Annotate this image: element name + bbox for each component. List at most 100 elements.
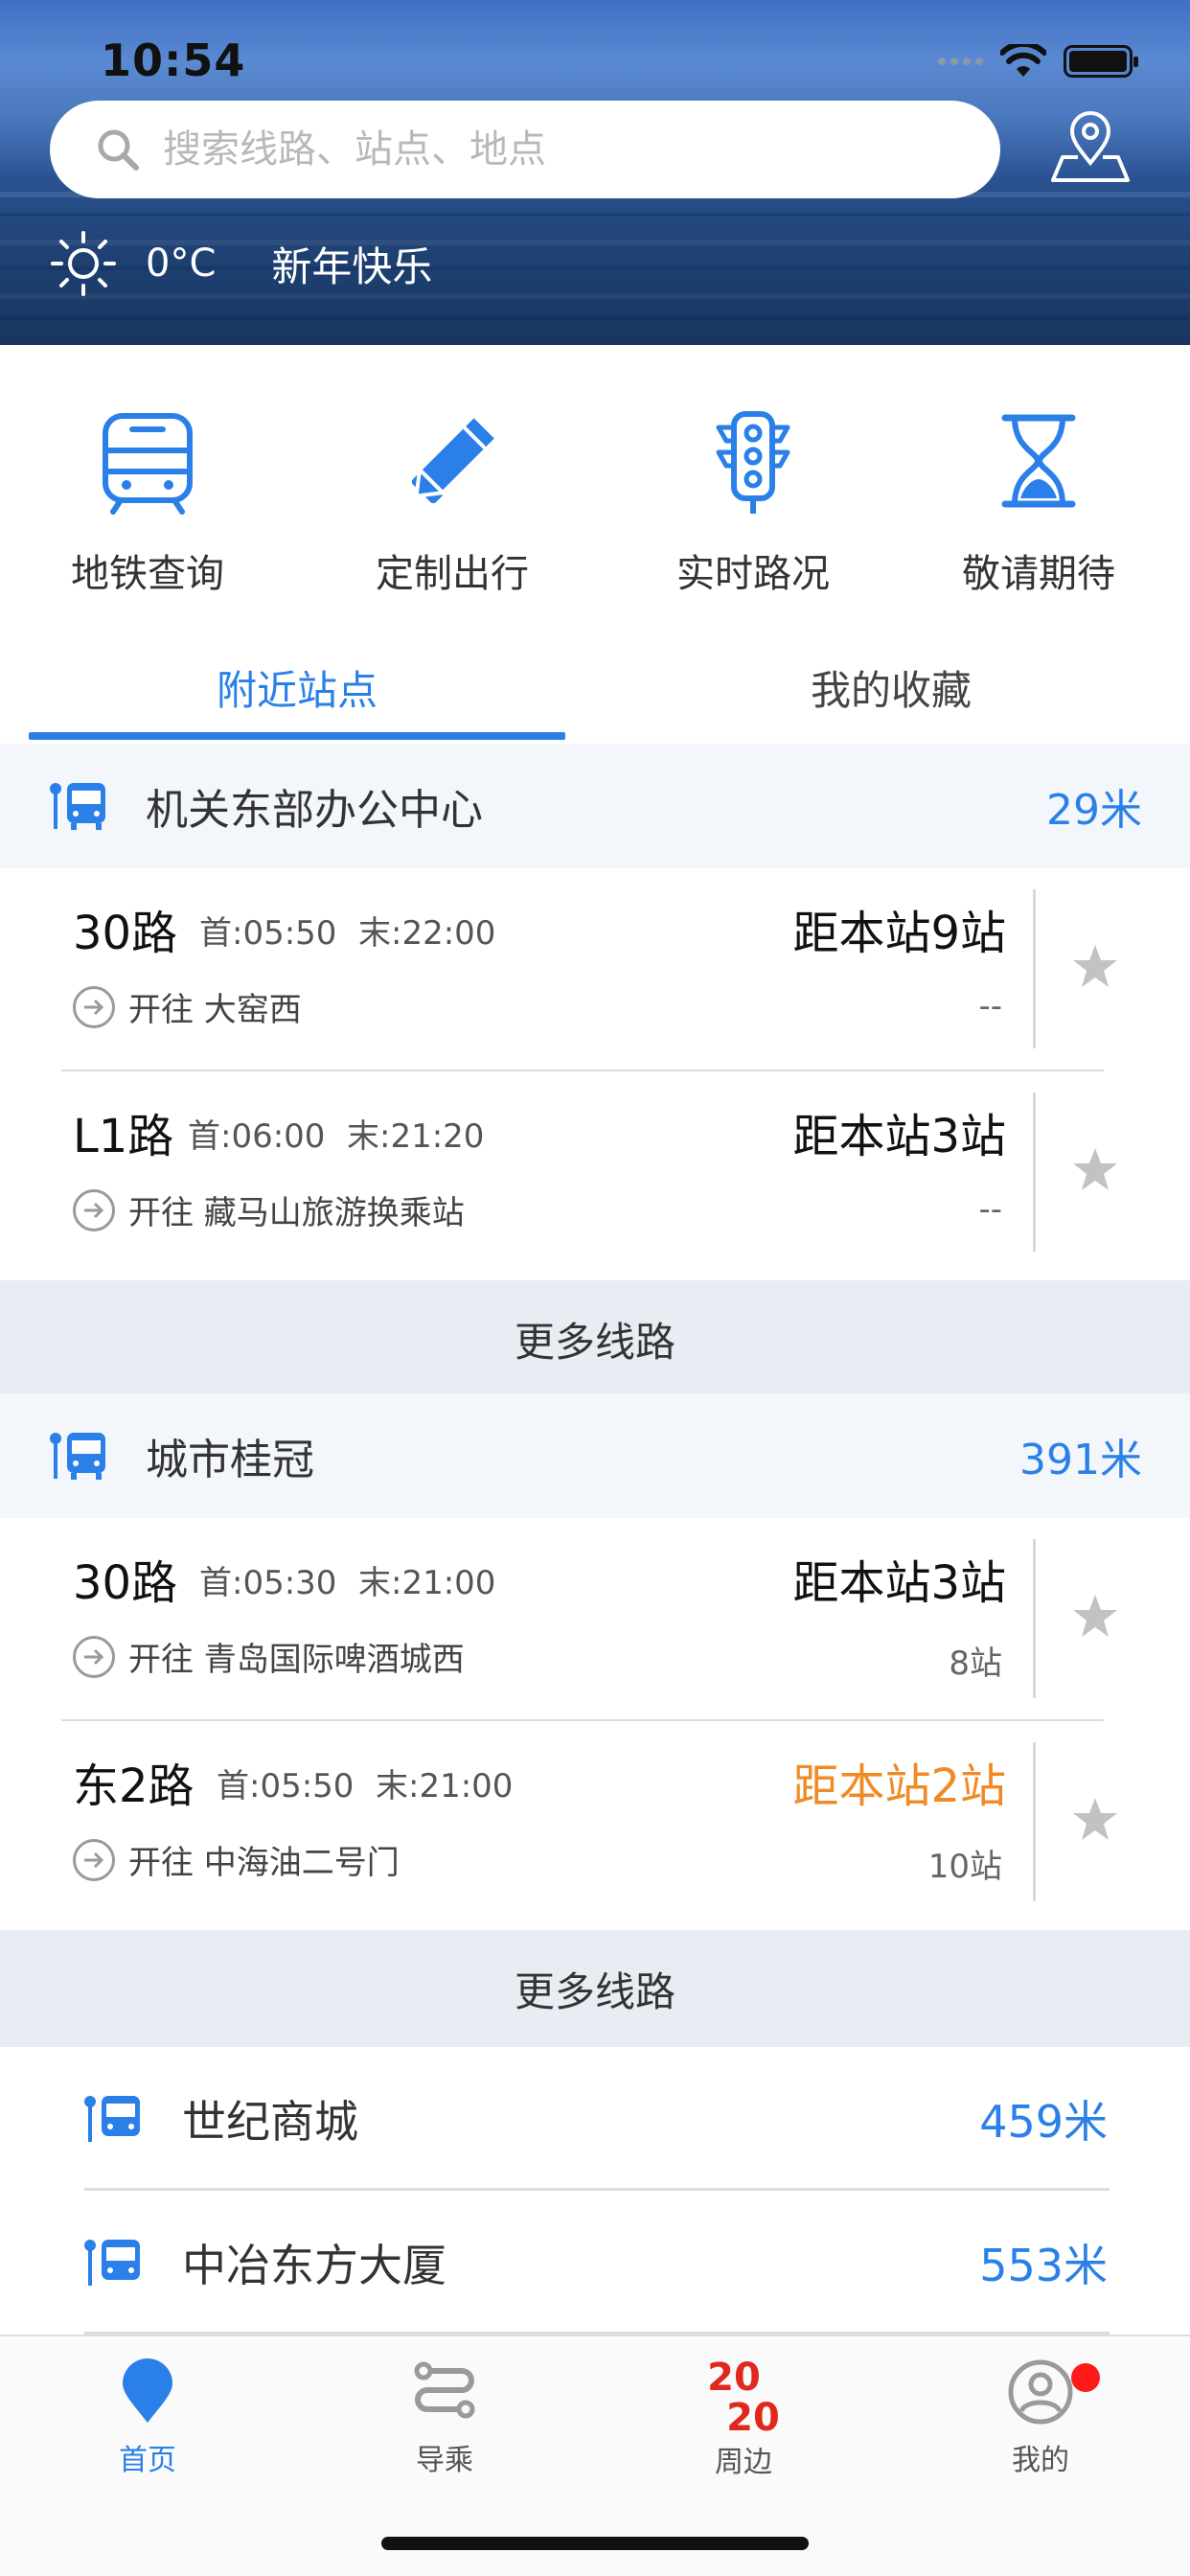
pencil-ruler-icon bbox=[411, 412, 500, 504]
route-name: L1路 bbox=[73, 1110, 174, 1163]
route-row[interactable]: L1路 首:06:00 末:21:20 开往 藏马山旅游换乘站 距本站3站 -- bbox=[0, 1071, 1190, 1275]
battery-icon bbox=[1064, 45, 1138, 78]
more-routes-button[interactable]: 更多线路 bbox=[0, 1280, 1190, 1397]
station-distance: 553米 bbox=[979, 2240, 1108, 2291]
station-distance: 459米 bbox=[979, 2096, 1108, 2148]
route-last-time: 末:21:00 bbox=[376, 1767, 514, 1806]
favorite-star-icon[interactable] bbox=[1071, 943, 1119, 989]
user-profile-icon bbox=[1008, 2359, 1073, 2425]
hourglass-icon bbox=[1001, 414, 1076, 508]
favorite-star-icon[interactable] bbox=[1071, 1146, 1119, 1192]
quick-action-label: 地铁查询 bbox=[71, 552, 224, 596]
station-header[interactable]: 机关东部办公中心 29米 bbox=[0, 744, 1190, 868]
active-tab-indicator bbox=[29, 732, 565, 740]
divider bbox=[1033, 1092, 1036, 1252]
divider bbox=[1033, 889, 1036, 1048]
event-2020-logo: 20 20 bbox=[648, 2356, 839, 2438]
sun-icon bbox=[51, 231, 116, 296]
bus-stop-icon bbox=[50, 783, 105, 830]
route-first-time: 首:05:50 bbox=[199, 914, 337, 953]
tab-home[interactable]: 首页 bbox=[52, 2358, 243, 2478]
quick-action-label: 定制出行 bbox=[376, 552, 529, 596]
status-time: 10:54 bbox=[101, 34, 246, 86]
route-name: 东2路 bbox=[73, 1760, 195, 1813]
nearby-station-item[interactable]: 世纪商城 459米 bbox=[0, 2047, 1190, 2191]
search-bar[interactable] bbox=[50, 101, 1000, 198]
route-last-time: 末:21:00 bbox=[358, 1564, 496, 1602]
tab-nearby[interactable]: 20 20 周边 bbox=[648, 2358, 839, 2480]
nearby-station-item[interactable]: 中冶东方大厦 553米 bbox=[0, 2191, 1190, 2334]
route-last-time: 末:21:20 bbox=[347, 1117, 485, 1156]
route-direction: 开往 藏马山旅游换乘站 bbox=[73, 1186, 465, 1233]
home-pin-icon bbox=[123, 2358, 172, 2423]
divider bbox=[1033, 1742, 1036, 1901]
route-direction: 开往 青岛国际啤酒城西 bbox=[73, 1633, 465, 1680]
route-stops-away: 距本站9站 bbox=[792, 907, 1006, 960]
logo-top-text: 20 bbox=[707, 2356, 761, 2400]
route-stops-away: 距本站2站 bbox=[792, 1760, 1006, 1813]
bus-stop-icon bbox=[84, 2240, 140, 2286]
signal-icon bbox=[938, 58, 983, 65]
station-distance: 391米 bbox=[1019, 1436, 1142, 1484]
search-input[interactable] bbox=[161, 126, 927, 172]
tab-guide[interactable]: 导乘 bbox=[349, 2358, 540, 2478]
arrow-right-circle-icon bbox=[73, 1635, 115, 1678]
wave-decor bbox=[0, 213, 1190, 217]
station-header[interactable]: 城市桂冠 391米 bbox=[0, 1393, 1190, 1518]
arrow-right-circle-icon bbox=[73, 985, 115, 1028]
quick-action-coming-soon[interactable]: 敬请期待 bbox=[924, 410, 1154, 598]
route-direction-text: 开往 中海油二号门 bbox=[128, 1844, 400, 1882]
tab-label: 首页 bbox=[119, 2444, 176, 2477]
logo-bottom-text: 20 bbox=[726, 2396, 780, 2440]
tab-label: 我的 bbox=[1012, 2444, 1069, 2477]
subway-icon bbox=[103, 413, 193, 515]
route-direction-text: 开往 藏马山旅游换乘站 bbox=[128, 1194, 465, 1232]
quick-action-traffic[interactable]: 实时路况 bbox=[638, 410, 868, 598]
weather-widget: 0°C 新年快乐 bbox=[50, 230, 432, 297]
quick-action-label: 敬请期待 bbox=[962, 552, 1115, 596]
divider bbox=[1033, 1539, 1036, 1698]
favorite-star-icon[interactable] bbox=[1071, 1796, 1119, 1842]
route-first-time: 首:05:30 bbox=[199, 1564, 337, 1602]
route-stop-count: -- bbox=[978, 987, 1002, 1025]
route-stop-count: 8站 bbox=[949, 1644, 1002, 1683]
quick-action-subway[interactable]: 地铁查询 bbox=[33, 410, 263, 598]
route-row[interactable]: 30路 首:05:30 末:21:00 开往 青岛国际啤酒城西 距本站3站 8站 bbox=[0, 1518, 1190, 1721]
tab-mine[interactable]: 我的 bbox=[945, 2358, 1136, 2478]
route-name: 30路 bbox=[73, 1556, 178, 1610]
station-distance: 29米 bbox=[1046, 786, 1142, 835]
station-name: 城市桂冠 bbox=[146, 1436, 314, 1484]
route-row[interactable]: 30路 首:05:50 末:22:00 开往 大窑西 距本站9站 -- bbox=[0, 868, 1190, 1071]
quick-action-label: 实时路况 bbox=[676, 552, 830, 596]
route-last-time: 末:22:00 bbox=[358, 914, 496, 953]
arrow-right-circle-icon bbox=[73, 1838, 115, 1881]
route-row[interactable]: 东2路 首:05:50 末:21:00 开往 中海油二号门 距本站2站 10站 bbox=[0, 1721, 1190, 1924]
bus-stop-icon bbox=[84, 2096, 140, 2142]
home-indicator bbox=[381, 2537, 809, 2550]
quick-action-custom-travel[interactable]: 定制出行 bbox=[337, 410, 567, 598]
tab-my-favorites[interactable]: 我的收藏 bbox=[623, 632, 1159, 743]
station-tabs: 附近站点 我的收藏 bbox=[0, 632, 1190, 743]
greeting-text: 新年快乐 bbox=[271, 242, 433, 290]
more-routes-button[interactable]: 更多线路 bbox=[0, 1930, 1190, 2047]
station-name: 中冶东方大厦 bbox=[182, 2240, 446, 2291]
station-name: 世纪商城 bbox=[182, 2096, 358, 2148]
route-stop-count: -- bbox=[978, 1190, 1002, 1229]
route-stops-away: 距本站3站 bbox=[792, 1556, 1006, 1610]
favorite-star-icon[interactable] bbox=[1071, 1593, 1119, 1639]
map-pin-icon bbox=[1051, 111, 1130, 182]
route-first-time: 首:06:00 bbox=[188, 1117, 326, 1156]
traffic-light-icon bbox=[716, 411, 790, 514]
tab-nearby-stations[interactable]: 附近站点 bbox=[29, 632, 565, 743]
tab-label: 周边 bbox=[715, 2446, 772, 2479]
wifi-icon bbox=[1000, 44, 1046, 77]
route-direction: 开往 大窑西 bbox=[73, 983, 302, 1030]
search-icon bbox=[98, 129, 139, 171]
notification-badge bbox=[1071, 2363, 1100, 2392]
route-stop-count: 10站 bbox=[927, 1848, 1002, 1886]
route-name: 30路 bbox=[73, 907, 178, 960]
route-first-time: 首:05:50 bbox=[217, 1767, 355, 1806]
wave-decor bbox=[0, 316, 1190, 320]
bus-stop-icon bbox=[50, 1433, 105, 1480]
map-location-button[interactable] bbox=[1049, 107, 1132, 184]
